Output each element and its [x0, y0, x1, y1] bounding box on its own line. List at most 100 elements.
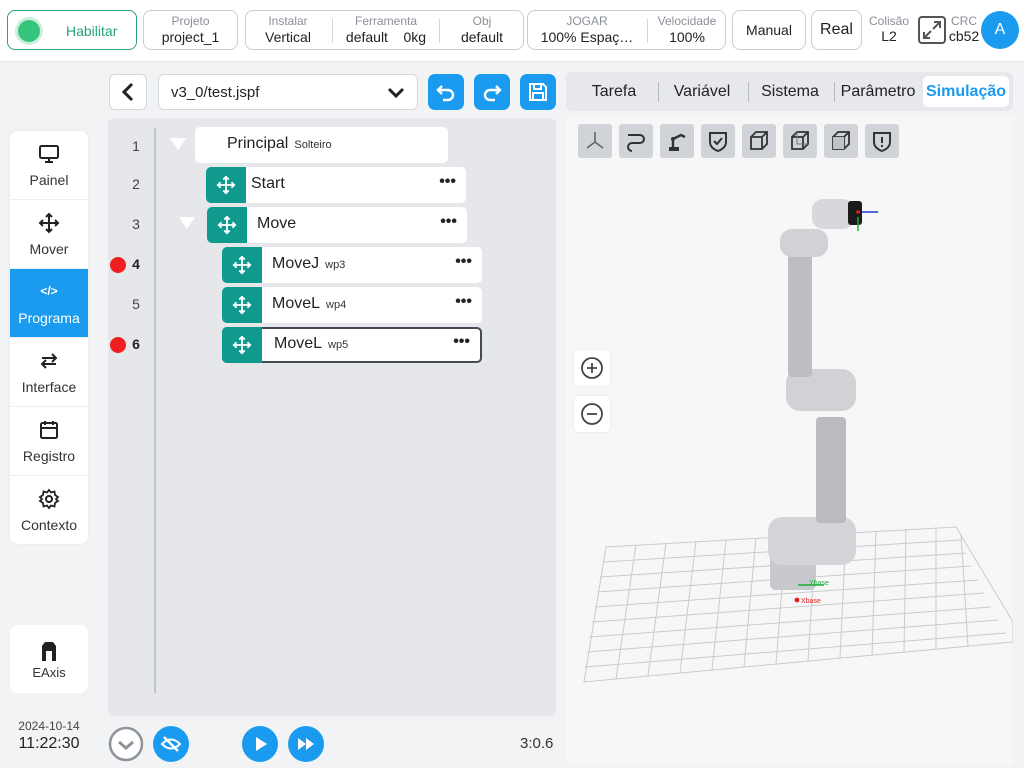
robot-arm-model: Ybase Xbase	[768, 199, 878, 605]
simulation-viewport[interactable]: Ybase Xbase	[566, 117, 1013, 764]
nav-label-painel: Painel	[29, 172, 69, 188]
tree-node-movel-selected[interactable]: MoveL wp5 •••	[222, 327, 482, 363]
tab-simulacao[interactable]: Simulação	[923, 76, 1009, 107]
nav-item-programa[interactable]: </> Programa	[10, 269, 88, 338]
crc-indicator: CRC cb52	[946, 14, 982, 44]
project-box[interactable]: Projeto project_1	[143, 10, 238, 50]
line-number: 2	[132, 176, 140, 192]
tree-node-movej[interactable]: MoveJ wp3 •••	[222, 247, 482, 283]
avatar[interactable]: A	[981, 11, 1019, 49]
file-name: v3_0/test.jspf	[171, 84, 260, 101]
monitor-icon	[39, 145, 59, 163]
play-button[interactable]	[242, 726, 278, 762]
more-menu-icon[interactable]: •••	[455, 253, 472, 271]
swap-arrows-icon	[40, 353, 58, 369]
collision-value: L2	[881, 28, 897, 44]
move-arrows-icon	[38, 212, 60, 234]
more-menu-icon[interactable]: •••	[453, 333, 470, 351]
obj-key: Obj	[472, 14, 492, 28]
project-value: project_1	[161, 29, 220, 45]
chevron-circle-icon	[108, 726, 144, 762]
line-number: 3	[132, 216, 140, 232]
node-sub: Solteiro	[294, 139, 332, 151]
collapse-triangle-icon[interactable]	[170, 138, 186, 150]
left-nav: Painel Mover </> Programa Interface Regi…	[10, 131, 88, 544]
file-toolbar: v3_0/test.jspf	[100, 62, 562, 118]
crc-key: CRC	[951, 14, 977, 28]
tab-variavel[interactable]: Variável	[662, 72, 742, 111]
save-icon	[529, 83, 547, 101]
line-number: 6	[132, 336, 140, 352]
calendar-icon	[40, 421, 58, 439]
nav-label-interface: Interface	[21, 379, 77, 395]
nav-item-registro[interactable]: Registro	[10, 407, 88, 476]
node-sub: wp4	[326, 299, 347, 311]
nav-item-interface[interactable]: Interface	[10, 338, 88, 407]
expand-icon[interactable]	[917, 15, 947, 45]
tab-parametro[interactable]: Parâmetro	[836, 72, 920, 111]
move-arrows-icon	[216, 175, 236, 195]
tree-node-move[interactable]: Move •••	[207, 207, 467, 243]
nav-item-contexto[interactable]: Contexto	[10, 476, 88, 544]
fast-forward-icon	[288, 726, 324, 762]
gear-icon	[38, 488, 60, 510]
jog-speed-box[interactable]: JOGAR 100% Espaç… Velocidade 100%	[527, 10, 726, 50]
time-text: 11:22:30	[18, 735, 80, 752]
more-menu-icon[interactable]: •••	[455, 293, 472, 311]
manual-button[interactable]: Manual	[732, 10, 806, 50]
enable-button[interactable]: Habilitar	[7, 10, 137, 50]
collapse-triangle-icon[interactable]	[179, 217, 195, 229]
node-name: MoveJ	[272, 255, 320, 272]
tree-node-principal[interactable]: Principal Solteiro	[195, 127, 448, 163]
program-tree: 1 2 3 4 5 6 Principal Solteiro Start ••• …	[108, 118, 556, 716]
undo-icon	[436, 85, 455, 102]
robot-scene: Ybase Xbase	[583, 199, 1013, 683]
tab-sistema[interactable]: Sistema	[752, 72, 828, 111]
redo-button[interactable]	[474, 74, 510, 110]
drag-handle[interactable]	[222, 287, 262, 323]
file-select[interactable]: v3_0/test.jspf	[158, 74, 418, 110]
tab-tarefa[interactable]: Tarefa	[574, 72, 654, 111]
node-name: MoveL	[274, 335, 323, 352]
move-arrows-icon	[232, 255, 252, 275]
status-dot-icon	[18, 20, 40, 42]
tool-value: default	[345, 29, 388, 45]
tool-weight: 0kg	[403, 29, 427, 45]
code-icon: </>	[40, 284, 58, 298]
drag-handle[interactable]	[222, 327, 262, 363]
drag-handle[interactable]	[206, 167, 246, 203]
step-forward-button[interactable]	[288, 726, 324, 762]
real-button[interactable]: Real	[811, 10, 862, 50]
install-tool-box[interactable]: Instalar Vertical Ferramenta default 0kg…	[245, 10, 524, 50]
date-text: 2024-10-14	[18, 719, 80, 733]
more-menu-icon[interactable]: •••	[439, 173, 456, 191]
move-arrows-icon	[217, 215, 237, 235]
install-value: Vertical	[265, 29, 311, 45]
tree-node-movel[interactable]: MoveL wp4 •••	[222, 287, 482, 323]
eaxis-button[interactable]: EAxis	[10, 625, 88, 693]
nav-label-contexto: Contexto	[20, 517, 78, 533]
drag-handle[interactable]	[207, 207, 247, 243]
back-button[interactable]	[109, 74, 147, 110]
chevron-left-icon	[121, 82, 134, 102]
nav-item-painel[interactable]: Painel	[10, 131, 88, 200]
node-sub: wp3	[325, 259, 346, 271]
play-icon	[242, 726, 278, 762]
more-menu-icon[interactable]: •••	[440, 213, 457, 231]
node-name: Principal	[227, 135, 289, 152]
move-arrows-icon	[232, 335, 252, 355]
drag-handle[interactable]	[222, 247, 262, 283]
visibility-toggle-button[interactable]	[153, 726, 189, 762]
speed-key: Velocidade	[657, 14, 717, 28]
undo-button[interactable]	[428, 74, 464, 110]
speed-value: 100%	[669, 29, 705, 45]
nav-item-mover[interactable]: Mover	[10, 200, 88, 269]
tool-key: Ferramenta	[354, 14, 418, 28]
collision-key: Colisão	[868, 14, 910, 28]
save-button[interactable]	[520, 74, 556, 110]
mode-button[interactable]	[108, 726, 144, 762]
xbase-label: Xbase	[801, 598, 821, 605]
tree-node-start[interactable]: Start •••	[206, 167, 466, 203]
nav-label-registro: Registro	[22, 448, 76, 464]
node-sub: wp5	[328, 339, 349, 351]
